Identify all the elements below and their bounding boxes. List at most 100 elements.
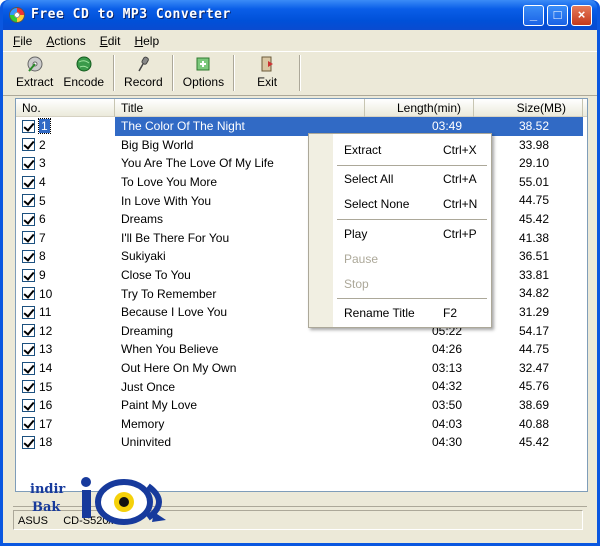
extract-tool-label: Extract (16, 75, 54, 89)
toolbar-separator (113, 55, 116, 91)
track-number-cell: 8 (16, 249, 115, 263)
track-number-cell: 15 (16, 380, 115, 394)
table-row[interactable]: 12 Dreaming 05:22 54.17 (16, 322, 587, 341)
minimize-button[interactable]: _ (523, 5, 544, 26)
menu-edit[interactable]: Edit (94, 34, 129, 48)
menu-help[interactable]: Help (128, 34, 167, 48)
encode-tool-label: Encode (63, 75, 105, 89)
track-number: 15 (39, 379, 53, 394)
track-checkbox[interactable] (22, 231, 35, 245)
ctx-separator (337, 298, 487, 299)
track-length: 04:03 (431, 416, 462, 431)
table-row[interactable]: 17 Memory 04:03 40.88 (16, 415, 587, 434)
options-tool-button[interactable]: Options (178, 55, 229, 93)
table-row[interactable]: 15 Just Once 04:32 45.76 (16, 377, 587, 396)
track-number-cell: 6 (16, 212, 115, 226)
track-checkbox[interactable] (22, 249, 35, 263)
title-bar[interactable]: Free CD to MP3 Converter _ □ × (3, 0, 597, 30)
track-number-cell: 4 (16, 175, 115, 189)
extract-tool-button[interactable]: Extract (11, 55, 58, 93)
track-number-cell: 14 (16, 361, 115, 375)
track-checkbox[interactable] (22, 398, 35, 412)
track-checkbox[interactable] (22, 119, 35, 133)
track-checkbox[interactable] (22, 138, 35, 152)
table-row[interactable]: 8 Sukiyaki 36.51 (16, 247, 587, 266)
track-number-cell: 5 (16, 194, 115, 208)
column-header-size[interactable]: Size(MB) (474, 99, 583, 117)
table-row[interactable]: 3 You Are The Love Of My Life 29.10 (16, 154, 587, 173)
track-checkbox[interactable] (22, 305, 35, 319)
track-size: 38.69 (518, 397, 549, 412)
table-row[interactable]: 5 In Love With You 44.75 (16, 191, 587, 210)
track-checkbox[interactable] (22, 342, 35, 356)
ctx-pause: Pause (344, 252, 379, 266)
table-row[interactable]: 2 Big Big World 33.98 (16, 136, 587, 155)
exit-door-icon (261, 56, 274, 72)
column-header-title[interactable]: Title (115, 99, 365, 117)
table-row[interactable]: 1 The Color Of The Night 03:49 38.52 (16, 117, 587, 136)
maximize-button[interactable]: □ (547, 5, 568, 26)
close-button[interactable]: × (571, 5, 592, 26)
track-title: Memory (121, 416, 165, 431)
track-size: 32.47 (518, 360, 549, 375)
table-row[interactable]: 6 Dreams 45.42 (16, 210, 587, 229)
column-header-no[interactable]: No. (16, 99, 115, 117)
track-size: 45.76 (518, 379, 549, 394)
window-title: Free CD to MP3 Converter (31, 7, 231, 22)
table-row[interactable]: 16 Paint My Love 03:50 38.69 (16, 396, 587, 415)
table-row[interactable]: 13 When You Believe 04:26 44.75 (16, 340, 587, 359)
table-row[interactable]: 4 To Love You More 55.01 (16, 173, 587, 192)
track-number: 4 (39, 175, 46, 190)
ctx-separator (337, 165, 487, 166)
track-checkbox[interactable] (22, 156, 35, 170)
track-checkbox[interactable] (22, 212, 35, 226)
track-length: 04:32 (431, 379, 462, 394)
track-number: 1 (38, 118, 51, 135)
client-area: File Actions Edit Help Extract Encode Re… (3, 30, 597, 543)
table-row[interactable]: 18 Uninvited 04:30 45.42 (16, 433, 587, 452)
track-checkbox[interactable] (22, 268, 35, 282)
track-checkbox[interactable] (22, 175, 35, 189)
track-number-cell: 7 (16, 231, 115, 245)
menu-file[interactable]: File (7, 34, 40, 48)
menu-actions[interactable]: Actions (40, 34, 93, 48)
ctx-select-all[interactable]: Select All Ctrl+A (309, 169, 491, 189)
exit-tool-label: Exit (257, 75, 278, 89)
track-number: 2 (39, 137, 46, 152)
track-checkbox[interactable] (22, 380, 35, 394)
track-title: When You Believe (121, 342, 219, 357)
track-number-cell: 9 (16, 268, 115, 282)
table-row[interactable]: 14 Out Here On My Own 03:13 32.47 (16, 359, 587, 378)
track-list[interactable]: No. Title Length(min) Size(MB) 1 The Colo… (15, 98, 588, 492)
table-row[interactable]: 10 Try To Remember 34.82 (16, 284, 587, 303)
ctx-select-none[interactable]: Select None Ctrl+N (309, 194, 491, 214)
ctx-play[interactable]: Play Ctrl+P (309, 224, 491, 244)
record-tool-label: Record (124, 75, 163, 89)
watermark-logo: indir Bak (28, 477, 178, 528)
track-checkbox[interactable] (22, 417, 35, 431)
track-checkbox[interactable] (22, 361, 35, 375)
track-checkbox[interactable] (22, 435, 35, 449)
track-number: 9 (39, 268, 46, 283)
table-row[interactable]: 11 Because I Love You 31.29 (16, 303, 587, 322)
ctx-rename-title[interactable]: Rename Title F2 (309, 303, 491, 323)
track-title: Out Here On My Own (121, 361, 237, 376)
table-row[interactable]: 9 Close To You 33.81 (16, 266, 587, 285)
track-length: 03:13 (431, 360, 462, 375)
track-checkbox[interactable] (22, 194, 35, 208)
column-header-length[interactable]: Length(min) (365, 99, 474, 117)
track-number-cell: 18 (16, 435, 115, 449)
exit-tool-button[interactable]: Exit (239, 55, 295, 93)
track-size: 45.42 (518, 435, 549, 450)
track-checkbox[interactable] (22, 324, 35, 338)
watermark-line1: indir (30, 482, 66, 497)
encode-tool-button[interactable]: Encode (58, 55, 109, 93)
record-tool-button[interactable]: Record (119, 55, 168, 93)
track-checkbox[interactable] (22, 287, 35, 301)
track-title: Uninvited (121, 435, 172, 450)
ctx-extract[interactable]: Extract Ctrl+X (309, 140, 491, 160)
track-number-cell: 16 (16, 398, 115, 412)
table-row[interactable]: 7 I'll Be There For You 41.38 (16, 229, 587, 248)
track-title: Just Once (121, 379, 176, 394)
track-size: 40.88 (518, 416, 549, 431)
